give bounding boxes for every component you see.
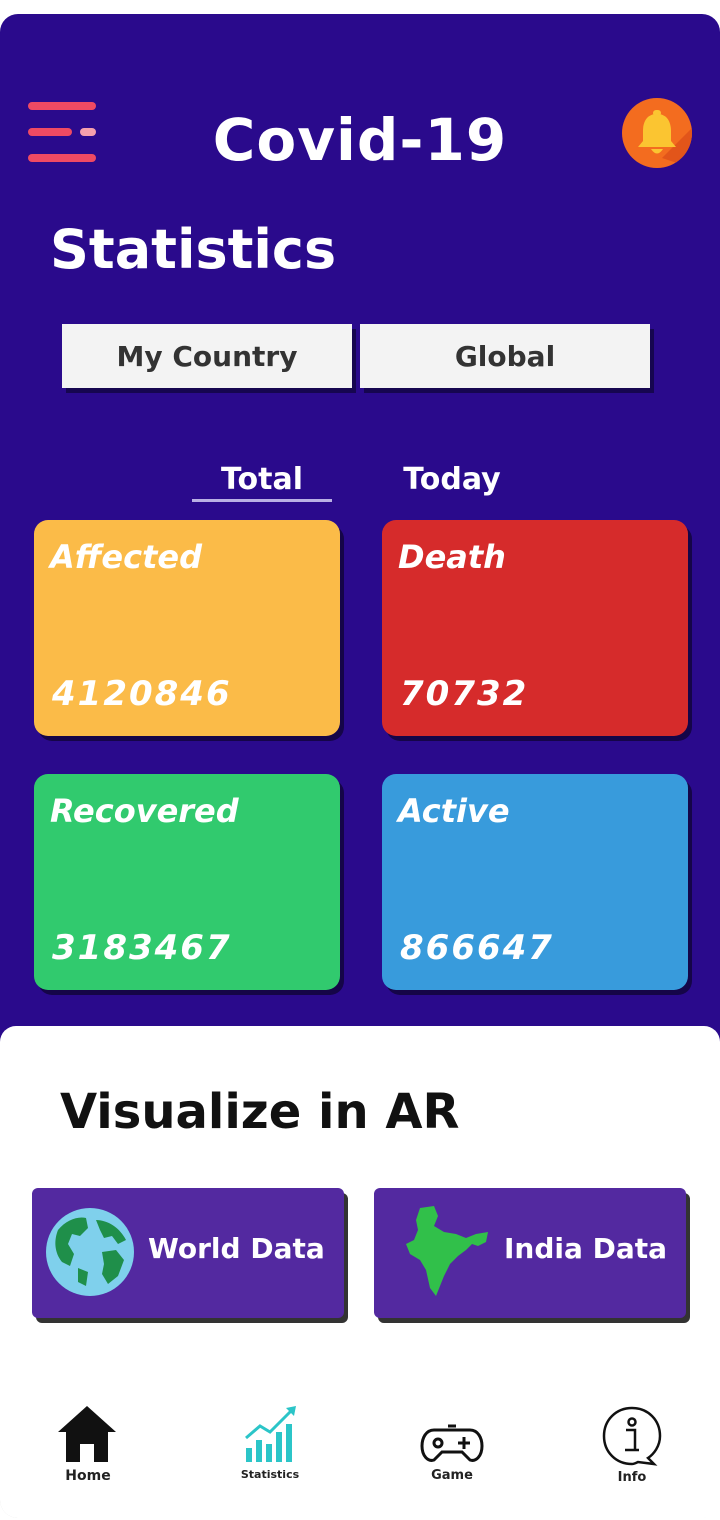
active-value: 866647 xyxy=(400,928,554,968)
nav-statistics[interactable]: Statistics xyxy=(210,1402,330,1512)
world-data-label: World Data xyxy=(148,1232,325,1265)
info-icon xyxy=(602,1406,662,1466)
death-value: 70732 xyxy=(400,674,529,714)
nav-game[interactable]: Game xyxy=(392,1402,512,1512)
india-data-label: India Data xyxy=(504,1232,668,1265)
nav-home[interactable]: Home xyxy=(28,1402,148,1512)
home-icon xyxy=(56,1404,118,1464)
gamepad-icon xyxy=(420,1424,484,1466)
nav-info-label: Info xyxy=(617,1470,647,1485)
death-label: Death xyxy=(398,538,506,576)
affected-label: Affected xyxy=(50,538,202,576)
nav-info[interactable]: Info xyxy=(572,1402,692,1512)
world-data-button[interactable]: World Data xyxy=(32,1188,344,1318)
active-label: Active xyxy=(398,792,510,830)
my-country-button[interactable]: My Country xyxy=(62,324,352,388)
recovered-card[interactable]: Recovered 3183467 xyxy=(34,774,340,990)
ar-title: Visualize in AR xyxy=(60,1084,460,1140)
nav-game-label: Game xyxy=(431,1468,473,1483)
statistics-title: Statistics xyxy=(50,218,337,281)
affected-value: 4120846 xyxy=(52,674,232,714)
active-card[interactable]: Active 866647 xyxy=(382,774,688,990)
statistics-chart-icon xyxy=(242,1402,300,1464)
global-button[interactable]: Global xyxy=(360,324,650,388)
recovered-label: Recovered xyxy=(50,792,239,830)
death-card[interactable]: Death 70732 xyxy=(382,520,688,736)
nav-home-label: Home xyxy=(65,1468,111,1484)
india-data-button[interactable]: India Data xyxy=(374,1188,686,1318)
globe-icon xyxy=(44,1206,136,1298)
tab-total[interactable]: Total xyxy=(192,462,332,502)
affected-card[interactable]: Affected 4120846 xyxy=(34,520,340,736)
tab-today[interactable]: Today xyxy=(384,462,520,497)
app-screen: Covid-19 Statistics My Country Global To… xyxy=(0,14,720,1518)
india-map-icon xyxy=(404,1204,492,1300)
app-title: Covid-19 xyxy=(212,106,508,174)
recovered-value: 3183467 xyxy=(52,928,232,968)
notification-bell-icon[interactable] xyxy=(622,98,692,168)
nav-statistics-label: Statistics xyxy=(240,1468,300,1481)
